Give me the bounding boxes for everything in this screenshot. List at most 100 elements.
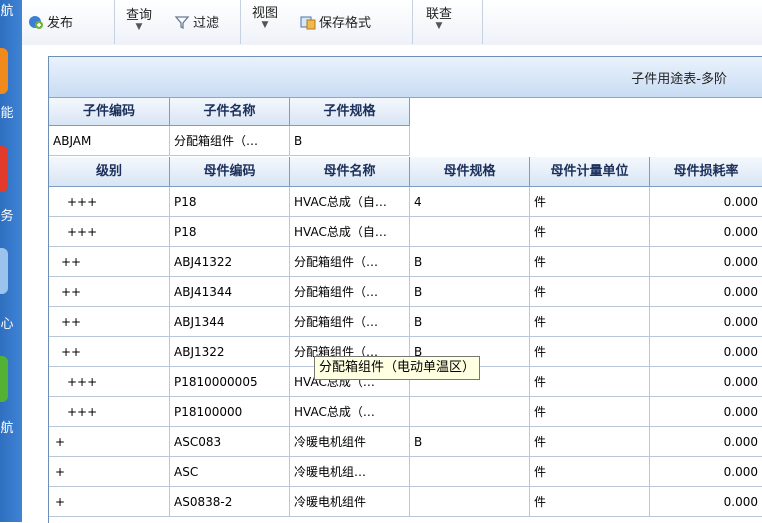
parent-loss-rate-cell[interactable]: 0.000 [650, 217, 762, 247]
level-cell[interactable]: +++ [49, 397, 170, 427]
parent-loss-rate-cell[interactable]: 0.000 [650, 487, 762, 517]
parent-loss-rate-cell[interactable]: 0.000 [650, 187, 762, 217]
parent-unit-cell[interactable]: 件 [530, 337, 650, 367]
parent-unit-cell[interactable]: 件 [530, 397, 650, 427]
parent-name-cell[interactable]: 冷暖电机组… [290, 457, 410, 487]
parent-name-cell[interactable]: 分配箱组件（… [290, 247, 410, 277]
publish-button[interactable]: 发布 [28, 12, 73, 31]
parent-loss-rate-cell[interactable]: 0.000 [650, 367, 762, 397]
parent-spec-cell[interactable]: 4 [410, 187, 530, 217]
child-spec-header[interactable]: 子件规格 [290, 98, 410, 126]
parent-loss-rate-cell[interactable]: 0.000 [650, 277, 762, 307]
level-cell[interactable]: + [49, 487, 170, 517]
parent-name-cell[interactable]: 冷暖电机组件 [290, 487, 410, 517]
query-button[interactable]: 查询 ▼ [126, 4, 152, 32]
parent-loss-rate-cell[interactable]: 0.000 [650, 427, 762, 457]
parent-spec-header[interactable]: 母件规格 [410, 157, 530, 187]
parent-spec-cell[interactable]: B [410, 277, 530, 307]
parent-loss-rate-cell[interactable]: 0.000 [650, 397, 762, 427]
parent-code-header[interactable]: 母件编码 [170, 157, 290, 187]
sidebar-tile-blue[interactable] [0, 248, 8, 294]
child-name-cell[interactable]: 分配箱组件（… [170, 126, 290, 156]
parent-unit-cell[interactable]: 件 [530, 367, 650, 397]
parent-code-cell[interactable]: ABJ1344 [170, 307, 290, 337]
parent-name-cell[interactable]: 冷暖电机组件 [290, 427, 410, 457]
publish-label: 发布 [47, 16, 74, 31]
filter-icon [174, 14, 190, 30]
level-cell[interactable]: + [49, 427, 170, 457]
parent-name-cell[interactable]: HVAC总成（自… [290, 217, 410, 247]
publish-icon [28, 14, 44, 30]
parent-code-cell[interactable]: ABJ41344 [170, 277, 290, 307]
report-title: 子件用途表-多阶 [631, 72, 727, 87]
parent-unit-cell[interactable]: 件 [530, 307, 650, 337]
level-cell[interactable]: +++ [49, 187, 170, 217]
parent-unit-cell[interactable]: 件 [530, 277, 650, 307]
link-query-label: 联查 [426, 7, 453, 22]
parent-spec-cell[interactable] [410, 217, 530, 247]
app-sidebar: 航 能 务 心 航 [0, 0, 22, 522]
parent-loss-rate-header[interactable]: 母件损耗率 [650, 157, 762, 187]
parent-unit-header[interactable]: 母件计量单位 [530, 157, 650, 187]
parent-unit-cell[interactable]: 件 [530, 247, 650, 277]
view-button[interactable]: 视图 ▼ [252, 2, 278, 30]
parent-code-cell[interactable]: P18100000 [170, 397, 290, 427]
parent-spec-cell[interactable]: B [410, 427, 530, 457]
parent-name-header[interactable]: 母件名称 [290, 157, 410, 187]
link-query-button[interactable]: 联查 ▼ [426, 3, 452, 31]
sidebar-label-4[interactable]: 心 [0, 313, 14, 332]
parent-code-cell[interactable]: P18 [170, 187, 290, 217]
report-title-bar: 子件用途表-多阶 [49, 57, 762, 98]
parent-name-cell[interactable]: 分配箱组件（… [290, 277, 410, 307]
parent-unit-cell[interactable]: 件 [530, 457, 650, 487]
parent-loss-rate-cell[interactable]: 0.000 [650, 247, 762, 277]
sidebar-label-1[interactable]: 航 [0, 0, 14, 19]
parent-loss-rate-cell[interactable]: 0.000 [650, 337, 762, 367]
parent-name-cell[interactable]: HVAC总成（… [290, 397, 410, 427]
level-cell[interactable]: ++ [49, 277, 170, 307]
level-cell[interactable]: +++ [49, 367, 170, 397]
parent-code-cell[interactable]: ASC [170, 457, 290, 487]
parent-code-cell[interactable]: AS0838-2 [170, 487, 290, 517]
level-cell[interactable]: +++ [49, 217, 170, 247]
filter-button[interactable]: 过滤 [174, 12, 219, 31]
parent-code-cell[interactable]: ABJ41322 [170, 247, 290, 277]
parent-spec-cell[interactable]: B [410, 247, 530, 277]
child-code-header[interactable]: 子件编码 [49, 98, 170, 126]
parent-loss-rate-cell[interactable]: 0.000 [650, 457, 762, 487]
parent-code-cell[interactable]: ASC083 [170, 427, 290, 457]
parent-name-cell[interactable]: 分配箱组件（… [290, 307, 410, 337]
ribbon-separator [240, 0, 241, 44]
sidebar-label-5[interactable]: 航 [0, 417, 14, 436]
level-cell[interactable]: ++ [49, 307, 170, 337]
parent-unit-cell[interactable]: 件 [530, 217, 650, 247]
child-name-header[interactable]: 子件名称 [170, 98, 290, 126]
sidebar-label-2[interactable]: 能 [0, 102, 14, 121]
sidebar-tile-green[interactable] [0, 356, 8, 402]
parent-spec-cell[interactable] [410, 487, 530, 517]
parent-spec-cell[interactable] [410, 397, 530, 427]
save-format-button[interactable]: 保存格式 [300, 12, 371, 31]
view-label: 视图 [252, 6, 279, 21]
parent-loss-rate-cell[interactable]: 0.000 [650, 307, 762, 337]
parent-code-cell[interactable]: ABJ1322 [170, 337, 290, 367]
sidebar-tile-red[interactable] [0, 146, 8, 192]
level-cell[interactable]: + [49, 457, 170, 487]
parent-spec-cell[interactable]: B [410, 307, 530, 337]
level-header[interactable]: 级别 [49, 157, 170, 187]
child-code-cell[interactable]: ABJAM [49, 126, 170, 156]
level-cell[interactable]: ++ [49, 337, 170, 367]
save-format-label: 保存格式 [319, 16, 372, 31]
ribbon-separator [412, 0, 413, 44]
child-spec-cell[interactable]: B [290, 126, 410, 156]
sidebar-tile-orange[interactable] [0, 48, 8, 94]
parent-name-cell[interactable]: HVAC总成（自… [290, 187, 410, 217]
sidebar-label-3[interactable]: 务 [0, 205, 14, 224]
parent-code-cell[interactable]: P1810000005 [170, 367, 290, 397]
parent-unit-cell[interactable]: 件 [530, 487, 650, 517]
parent-unit-cell[interactable]: 件 [530, 427, 650, 457]
level-cell[interactable]: ++ [49, 247, 170, 277]
parent-spec-cell[interactable] [410, 457, 530, 487]
parent-code-cell[interactable]: P18 [170, 217, 290, 247]
parent-unit-cell[interactable]: 件 [530, 187, 650, 217]
